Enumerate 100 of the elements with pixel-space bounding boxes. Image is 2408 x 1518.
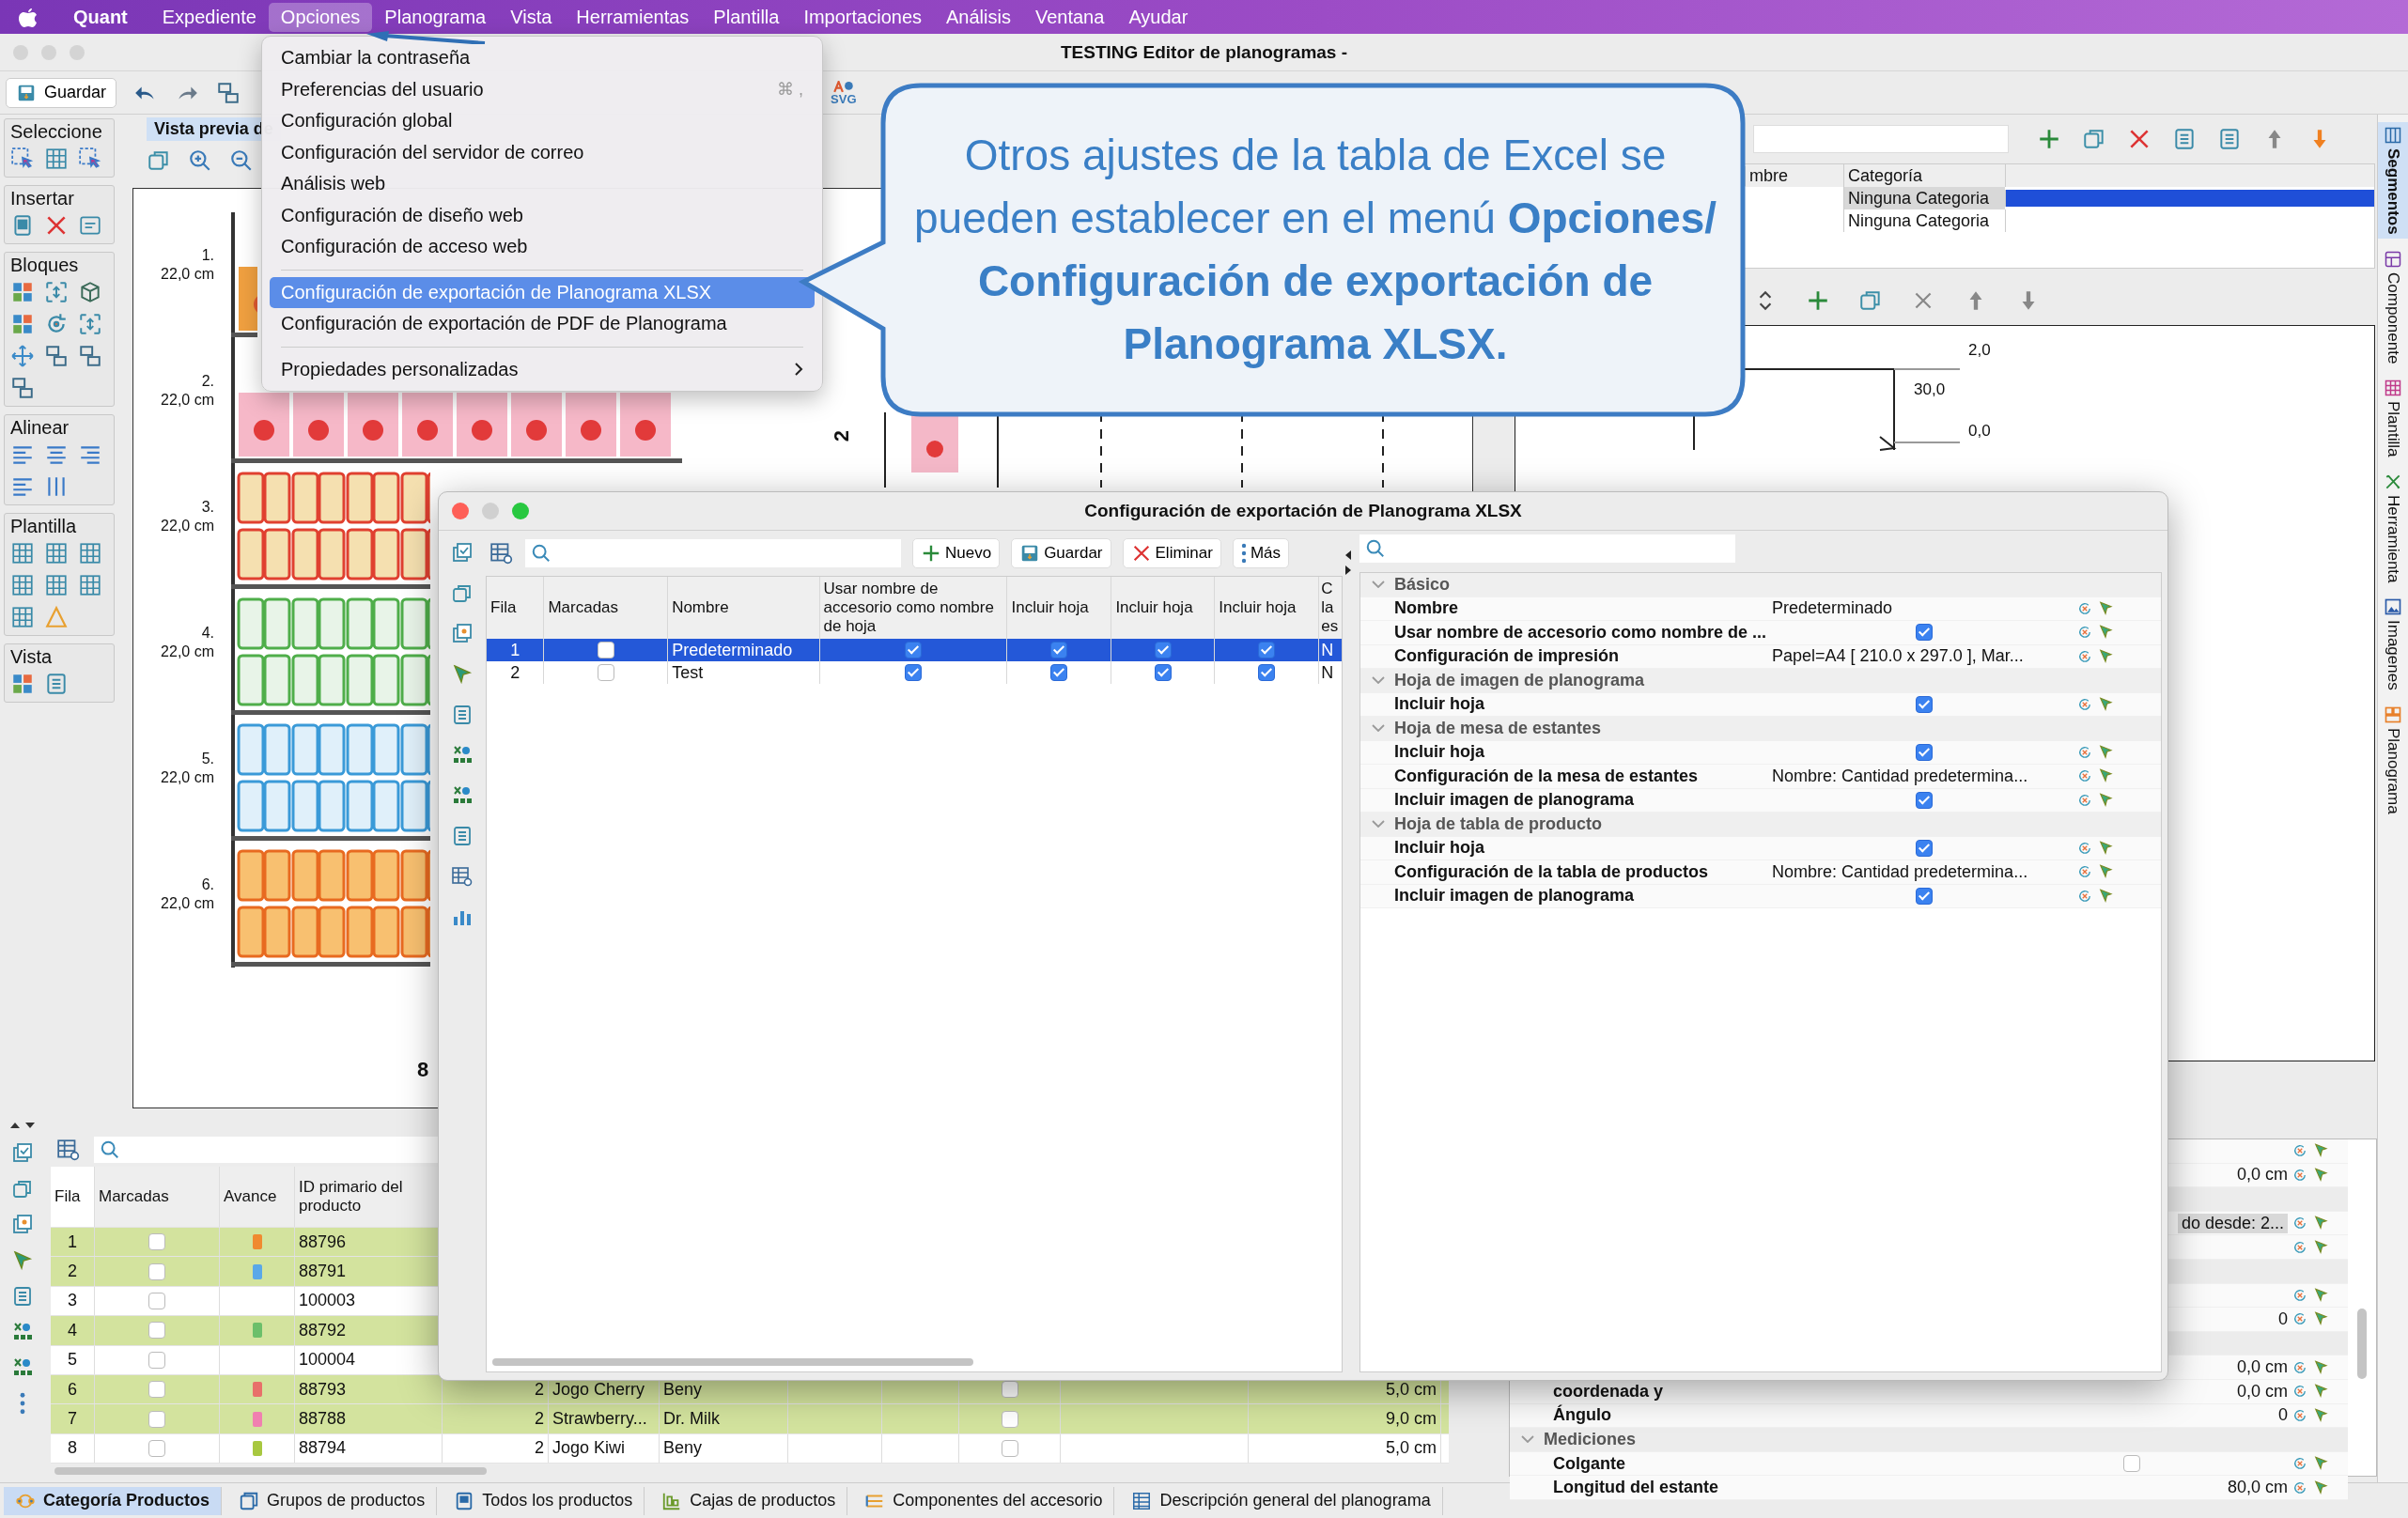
table-row[interactable]: 7 88788 2 Strawberry... Dr. Milk 9,0 cm [51, 1404, 1449, 1434]
pointer-icon[interactable] [2312, 1166, 2329, 1184]
checkbox[interactable] [1154, 642, 1172, 658]
menu-item[interactable]: Análisis web [270, 168, 815, 200]
copy-icon[interactable] [2082, 127, 2106, 151]
menu-item[interactable]: Opciones [268, 2, 373, 32]
checkbox[interactable] [148, 1381, 165, 1399]
list-icon[interactable] [451, 825, 474, 847]
list-icon[interactable] [2172, 127, 2197, 151]
bottom-tab[interactable]: Descripción general del planograma [1120, 1486, 1443, 1515]
menu-item[interactable]: Configuración global [270, 105, 815, 137]
menu-item[interactable]: Configuración de exportación de PDF de Planograma [270, 308, 815, 340]
pointer-icon[interactable] [2097, 887, 2114, 905]
checkbox[interactable] [148, 1351, 165, 1369]
grid-icon[interactable] [10, 541, 35, 565]
menu-item[interactable]: Herramientas [564, 2, 702, 32]
cursor-icon[interactable] [451, 663, 474, 686]
menu-item[interactable]: Propiedades personalizadas [270, 353, 815, 385]
checkbox[interactable] [1916, 743, 1933, 761]
checkbox[interactable] [1154, 664, 1172, 681]
checkbox[interactable] [1258, 642, 1276, 658]
list-icon[interactable] [11, 1285, 34, 1308]
search-field[interactable] [525, 539, 901, 567]
menu-item[interactable]: Ventana [1022, 2, 1117, 32]
stack-icon[interactable] [10, 376, 35, 400]
cursor-icon[interactable] [11, 1249, 34, 1272]
menu-item[interactable]: Análisis [934, 2, 1023, 32]
bottom-tab[interactable]: Categoría Productos [4, 1486, 223, 1515]
list-icon[interactable] [451, 704, 474, 726]
pointer-icon[interactable] [2312, 1479, 2329, 1496]
menu-item[interactable]: Plantilla [701, 2, 792, 32]
checkbox[interactable] [597, 664, 614, 681]
checkbox[interactable] [1050, 664, 1068, 681]
stack-icon[interactable] [78, 344, 102, 368]
note-icon[interactable] [451, 623, 474, 645]
scrollbar[interactable] [54, 1467, 487, 1476]
scrollbar[interactable] [492, 1358, 973, 1366]
checkbox[interactable] [1916, 839, 1933, 857]
pointer-icon[interactable] [2312, 1358, 2329, 1376]
pointer-icon[interactable] [2097, 599, 2114, 617]
checkbox[interactable] [148, 1410, 165, 1428]
checkbox[interactable] [148, 1262, 165, 1280]
search-field[interactable] [1359, 534, 1735, 563]
app-menu[interactable]: Quant [64, 6, 137, 28]
table-settings-icon[interactable] [451, 865, 474, 888]
scrollbar[interactable] [2357, 1309, 2367, 1379]
checkbox[interactable] [905, 642, 922, 658]
grid-icon[interactable] [78, 573, 102, 597]
grid-icon[interactable] [10, 605, 35, 629]
pointer-icon[interactable] [2097, 695, 2114, 713]
more-button[interactable]: Más [1232, 538, 1290, 568]
chevron-icon[interactable] [1372, 581, 1385, 589]
move-icon[interactable] [10, 344, 35, 368]
menu-item[interactable]: Ayudar [1116, 2, 1201, 32]
bottom-tab[interactable]: Componentes del accesorio [853, 1486, 1115, 1515]
bottom-tab[interactable]: Todos los productos [443, 1486, 645, 1515]
reset-icon[interactable] [2291, 1455, 2308, 1472]
checkbox[interactable] [148, 1322, 165, 1340]
checkbox[interactable] [148, 1233, 165, 1251]
menu-item[interactable]: Configuración de diseño web [270, 199, 815, 231]
note-icon[interactable] [11, 1214, 34, 1236]
zoom-in-icon[interactable] [188, 148, 212, 173]
check-square-icon[interactable] [451, 542, 474, 565]
pointer-icon[interactable] [2097, 839, 2114, 857]
frame-icon[interactable] [78, 312, 102, 336]
copy-icon[interactable] [147, 148, 171, 173]
text-box-icon[interactable] [78, 213, 102, 238]
menu-item[interactable]: Expediente [149, 2, 269, 32]
zoom-button[interactable] [512, 503, 529, 519]
menu-item[interactable]: Cambiar la contraseña [270, 42, 815, 74]
checkbox[interactable] [148, 1292, 165, 1309]
selection-icon[interactable] [78, 147, 102, 171]
checkbox[interactable] [1258, 664, 1276, 681]
pointer-icon[interactable] [2097, 791, 2114, 809]
delete-button[interactable]: Eliminar [1122, 538, 1221, 568]
save-button[interactable]: Guardar [6, 77, 117, 108]
menu-item[interactable]: Configuración de acceso web [270, 231, 815, 263]
side-tab[interactable]: Planograma [2378, 701, 2408, 818]
checkbox[interactable] [1916, 624, 1933, 642]
pointer-icon[interactable] [2312, 1455, 2329, 1472]
pointer-icon[interactable] [2312, 1286, 2329, 1304]
stack-icon[interactable] [44, 344, 69, 368]
close-button[interactable] [452, 503, 469, 519]
grid-icon[interactable] [44, 147, 69, 171]
table-settings-icon[interactable] [56, 1138, 81, 1162]
pointer-icon[interactable] [2097, 743, 2114, 761]
menu-item[interactable]: Preferencias del usuario ⌘ , [270, 73, 815, 105]
table-cell[interactable]: Ninguna Categoria [1843, 209, 2005, 232]
stack-icon[interactable] [216, 80, 241, 105]
checkbox[interactable] [1050, 642, 1068, 658]
blocks-icon[interactable] [10, 672, 35, 696]
copy-icon[interactable] [451, 582, 474, 605]
checkbox[interactable] [1916, 791, 1933, 809]
table-row[interactable]: 8 88794 2 Jogo Kiwi Beny 5,0 cm [51, 1433, 1449, 1464]
zoom-out-icon[interactable] [229, 148, 254, 173]
copy-icon[interactable] [11, 1178, 34, 1200]
pointer-icon[interactable] [2097, 647, 2114, 665]
chevron-icon[interactable] [1372, 676, 1385, 685]
frame-icon[interactable] [44, 280, 69, 304]
menu-item[interactable]: Configuración del servidor de correo [270, 136, 815, 168]
